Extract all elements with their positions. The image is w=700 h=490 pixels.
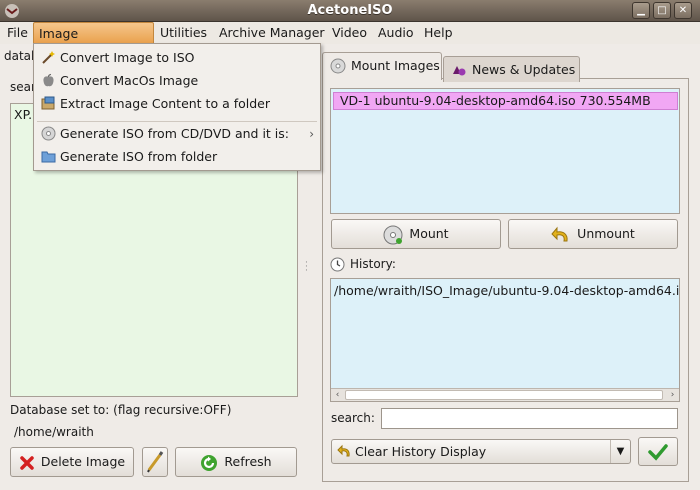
image-conversion-dropdown: Convert Image to ISO Convert MacOs Image… xyxy=(33,43,321,171)
wand-icon xyxy=(42,51,55,64)
history-label: History: xyxy=(350,257,396,271)
title-bar: AcetoneISO ▁ □ ✕ xyxy=(0,0,700,22)
menu-item-generate-iso-from-cd[interactable]: Generate ISO from CD/DVD and it is: › xyxy=(34,123,320,145)
undo-icon xyxy=(337,444,350,457)
refresh-label: Refresh xyxy=(224,454,272,469)
maximize-icon: □ xyxy=(657,5,667,16)
refresh-button[interactable]: Refresh xyxy=(175,447,297,477)
menu-video[interactable]: Video xyxy=(327,22,372,44)
edit-database-button[interactable] xyxy=(142,447,168,477)
close-icon: ✕ xyxy=(678,5,688,16)
menu-item-label: Generate ISO from folder xyxy=(60,149,218,164)
extract-icon xyxy=(41,96,55,110)
maximize-button[interactable]: □ xyxy=(653,2,671,19)
mounted-image-row[interactable]: VD-1 ubuntu-9.04-desktop-amd64.iso 730.5… xyxy=(333,92,678,110)
menu-item-convert-image-to-iso[interactable]: Convert Image to ISO xyxy=(34,47,320,69)
pane-splitter[interactable]: · · · xyxy=(305,259,308,276)
database-path: /home/wraith xyxy=(14,425,94,439)
delete-image-label: Delete Image xyxy=(40,454,126,469)
apple-icon xyxy=(43,73,54,87)
search-label: search: xyxy=(331,411,375,425)
menu-item-extract-image-content[interactable]: Extract Image Content to a folder xyxy=(34,93,320,115)
menubar: File Image Conversion Utilities Archive … xyxy=(0,22,700,62)
apply-button[interactable] xyxy=(638,437,678,466)
scroll-left-icon[interactable]: ‹ xyxy=(331,389,344,401)
tab-label: News & Updates xyxy=(472,62,576,77)
unmount-label: Unmount xyxy=(577,226,635,241)
delete-icon xyxy=(20,455,34,470)
delete-image-button[interactable]: Delete Image xyxy=(10,447,134,477)
menu-separator xyxy=(37,121,317,122)
minimize-button[interactable]: ▁ xyxy=(632,2,650,19)
menu-audio[interactable]: Audio xyxy=(373,22,419,44)
menu-item-label: Generate ISO from CD/DVD and it is: xyxy=(60,126,290,141)
menu-help[interactable]: Help xyxy=(419,22,458,44)
mount-button[interactable]: Mount xyxy=(331,219,501,249)
menu-archive-manager[interactable]: Archive Manager xyxy=(214,22,330,44)
menu-item-generate-iso-from-folder[interactable]: Generate ISO from folder xyxy=(34,146,320,168)
edit-icon xyxy=(147,451,164,473)
menu-item-label: Convert MacOs Image xyxy=(60,73,199,88)
disc-icon xyxy=(330,58,346,74)
history-row[interactable]: /home/wraith/ISO_Image/ubuntu-9.04-deskt… xyxy=(334,283,679,298)
clear-history-combo[interactable]: Clear History Display ▼ xyxy=(331,439,631,464)
clock-icon xyxy=(330,257,345,272)
news-icon xyxy=(453,66,466,76)
combo-label: Clear History Display xyxy=(355,444,487,459)
minimize-icon: ▁ xyxy=(637,5,645,16)
mount-label: Mount xyxy=(409,226,449,241)
menu-image-conversion[interactable]: Image Conversion xyxy=(33,22,154,62)
scrollbar-thumb[interactable] xyxy=(345,390,663,400)
mounted-images-list[interactable]: VD-1 ubuntu-9.04-desktop-amd64.iso 730.5… xyxy=(330,88,680,214)
chevron-down-icon[interactable]: ▼ xyxy=(610,440,630,463)
tab-news-updates[interactable]: News & Updates xyxy=(443,56,580,82)
checkmark-icon xyxy=(648,444,668,461)
search-input[interactable] xyxy=(381,408,678,429)
folder-icon xyxy=(41,151,56,163)
tab-label: Mount Images xyxy=(351,58,440,73)
disc-icon xyxy=(41,126,56,141)
menu-file[interactable]: File xyxy=(2,22,33,44)
close-button[interactable]: ✕ xyxy=(674,2,692,19)
menu-utilities[interactable]: Utilities xyxy=(155,22,212,44)
window-title: AcetoneISO xyxy=(307,3,393,18)
undo-icon xyxy=(551,226,568,241)
menu-item-label: Extract Image Content to a folder xyxy=(60,96,270,111)
menu-item-label: Convert Image to ISO xyxy=(60,50,195,65)
history-list[interactable]: /home/wraith/ISO_Image/ubuntu-9.04-deskt… xyxy=(330,278,680,402)
refresh-icon xyxy=(201,454,218,471)
unmount-button[interactable]: Unmount xyxy=(508,219,678,249)
tab-mount-images[interactable]: Mount Images xyxy=(322,52,442,80)
database-set-label: Database set to: (flag recursive:OFF) xyxy=(10,403,232,417)
submenu-arrow-icon: › xyxy=(309,127,314,141)
history-horizontal-scrollbar[interactable]: ‹ › xyxy=(331,388,679,401)
menu-item-convert-macos-image[interactable]: Convert MacOs Image xyxy=(34,70,320,92)
mount-disc-icon xyxy=(383,225,403,244)
scroll-right-icon[interactable]: › xyxy=(666,389,679,401)
